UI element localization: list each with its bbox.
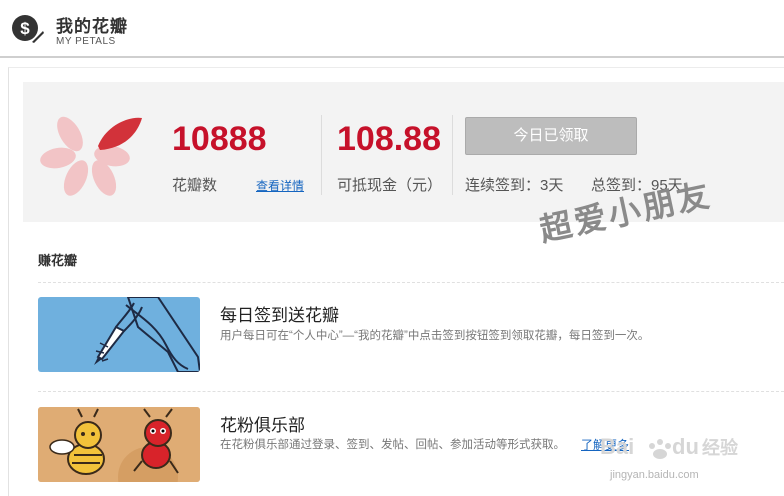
section-divider bbox=[38, 282, 784, 283]
page-title: 我的花瓣 bbox=[56, 17, 128, 36]
flower-petals-icon bbox=[40, 116, 142, 196]
daily-signin-description: 用户每日可在“个人中心”—“我的花瓣”中点击签到按钮签到领取花瓣，每日签到一次。 bbox=[220, 330, 650, 342]
page-header: $ 我的花瓣 MY PETALS bbox=[0, 0, 784, 58]
header-divider bbox=[0, 56, 784, 58]
cash-value: 108.88 bbox=[337, 120, 441, 158]
consecutive-signin-label: 连续签到：3天 bbox=[465, 177, 564, 194]
page-subtitle: MY PETALS bbox=[56, 36, 116, 47]
fan-club-title: 花粉俱乐部 bbox=[220, 416, 305, 435]
earn-petals-heading: 赚花瓣 bbox=[38, 253, 78, 268]
petals-logo-icon: $ bbox=[12, 15, 44, 43]
view-details-link[interactable]: 查看详情 bbox=[256, 177, 304, 194]
cash-value-label: 可抵现金（元） bbox=[337, 177, 443, 194]
baidu-watermark-url: jingyan.baidu.com bbox=[610, 469, 699, 481]
petals-count-label: 花瓣数 bbox=[172, 177, 218, 194]
svg-text:Bai: Bai bbox=[600, 434, 634, 459]
daily-signin-title: 每日签到送花瓣 bbox=[220, 306, 339, 325]
claimed-today-button[interactable]: 今日已领取 bbox=[465, 117, 637, 155]
summary-divider bbox=[321, 115, 322, 195]
summary-divider bbox=[452, 115, 453, 195]
svg-text:经验: 经验 bbox=[702, 437, 739, 459]
svg-text:du: du bbox=[672, 434, 699, 459]
fan-club-banner-image bbox=[38, 407, 200, 482]
fan-club-description: 在花粉俱乐部通过登录、签到、发帖、回帖、参加活动等形式获取。 bbox=[220, 439, 565, 451]
signin-banner-image bbox=[38, 297, 200, 372]
item-divider bbox=[38, 391, 784, 392]
logo-letter: $ bbox=[20, 19, 30, 38]
petals-count: 10888 bbox=[172, 120, 267, 158]
